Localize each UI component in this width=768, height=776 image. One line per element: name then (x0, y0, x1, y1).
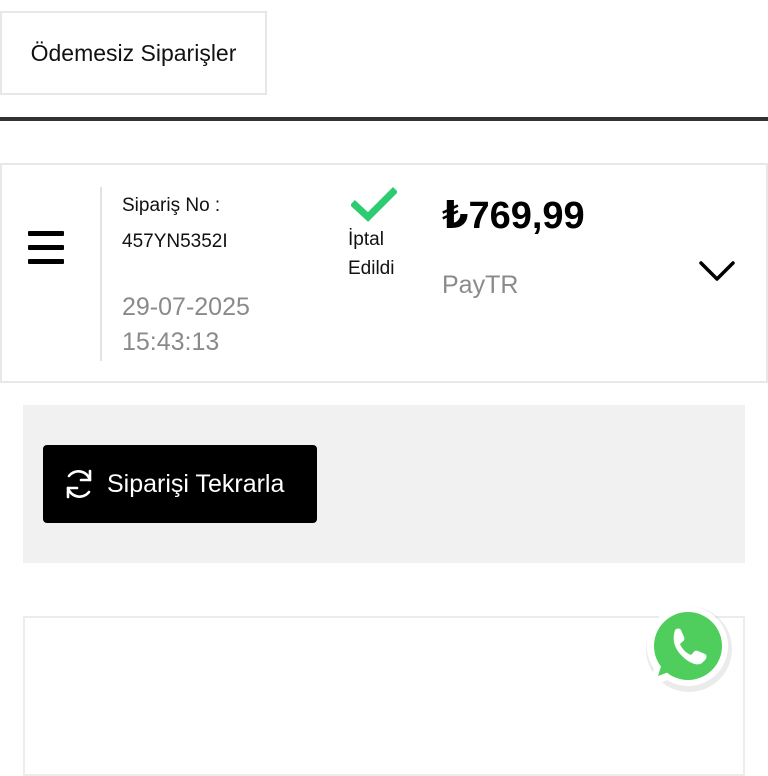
section-divider (0, 117, 768, 121)
whatsapp-icon[interactable] (640, 600, 736, 696)
refresh-icon (66, 469, 92, 499)
hamburger-menu-icon[interactable] (28, 231, 64, 265)
order-total-price: ₺769,99 (442, 195, 585, 237)
order-date: 29-07-2025 (122, 293, 250, 321)
card-separator (100, 187, 102, 361)
tab-unpaid-orders[interactable]: Ödemesiz Siparişler (0, 11, 267, 95)
order-detail-panel: Siparişi Tekrarla (23, 405, 745, 563)
order-status-line2: Edildi (348, 258, 395, 279)
order-time: 15:43:13 (122, 328, 220, 356)
payment-method: PayTR (442, 271, 519, 299)
order-number: 457YN5352I (122, 231, 228, 252)
chevron-down-icon[interactable] (698, 259, 736, 285)
order-number-label: Sipariş No : (122, 195, 221, 216)
order-card: Sipariş No : 457YN5352I 29-07-2025 15:43… (0, 163, 768, 383)
content-box (23, 616, 745, 776)
order-status-line1: İptal (348, 229, 384, 250)
tab-label: Ödemesiz Siparişler (30, 39, 237, 66)
reorder-button[interactable]: Siparişi Tekrarla (43, 445, 317, 523)
checkmark-icon (351, 187, 397, 222)
reorder-button-label: Siparişi Tekrarla (107, 469, 285, 498)
